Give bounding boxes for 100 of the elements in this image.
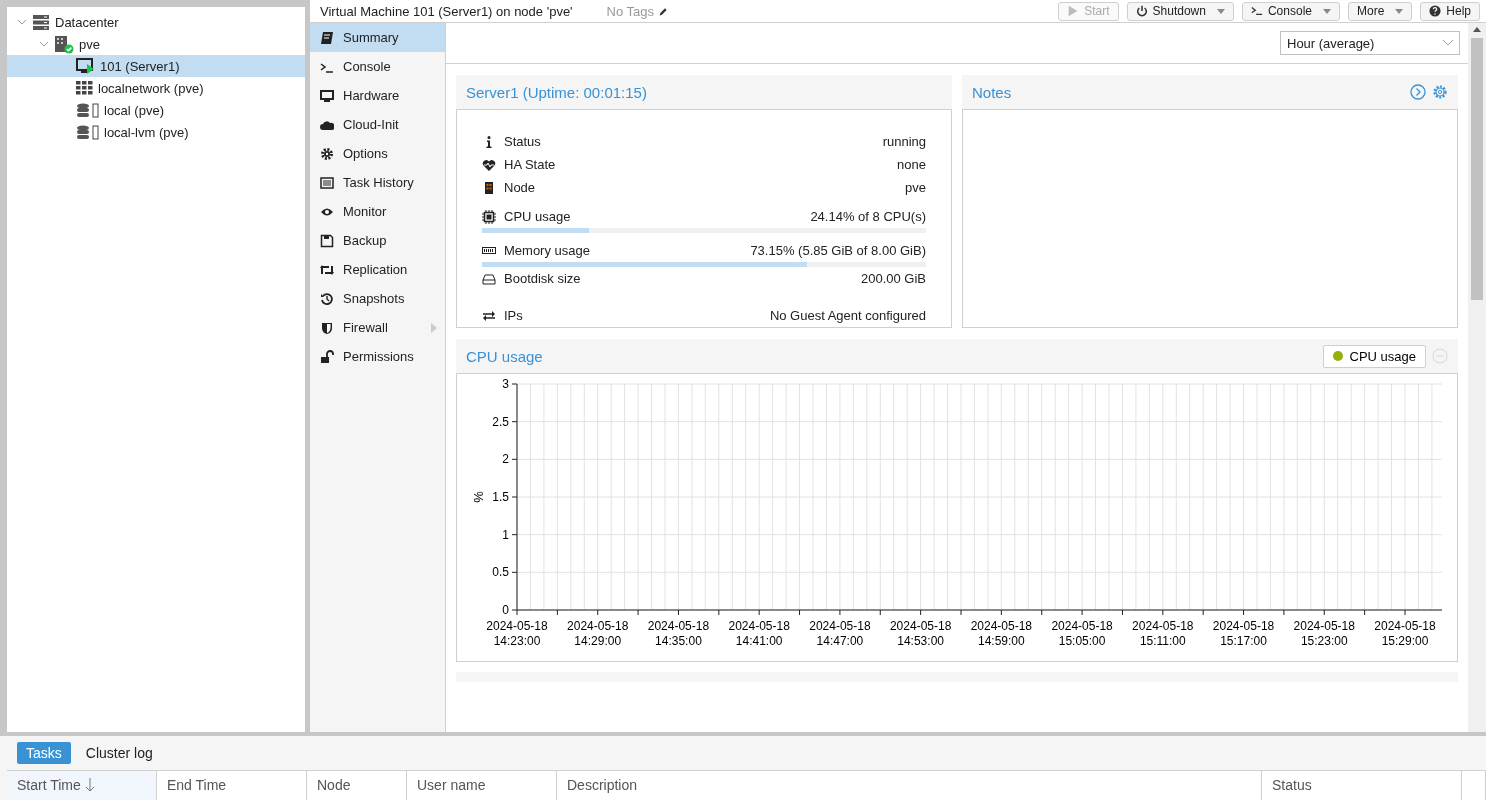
x-tick-label: 2024-05-18 15:11:00 <box>1132 619 1194 648</box>
status-value: 73.15% (5.85 GiB of 8.00 GiB) <box>750 243 926 258</box>
caret-icon <box>1395 8 1404 14</box>
settings-icon[interactable] <box>1432 84 1448 100</box>
x-tick-label: 2024-05-18 14:53:00 <box>889 619 952 648</box>
status-label: CPU usage <box>504 209 572 224</box>
tree-label: local-lvm (pve) <box>104 124 189 140</box>
tree-label: 101 (Server1) <box>100 58 180 74</box>
y-tick-label: 0 <box>502 603 509 617</box>
status-value: 200.00 GiB <box>860 271 926 286</box>
column-header[interactable]: Status <box>1262 770 1462 800</box>
monitor-play-icon <box>76 57 95 75</box>
tree-item[interactable]: local-lvm (pve) <box>7 121 305 143</box>
legend-button[interactable]: CPU usage <box>1322 344 1426 368</box>
server-rack-icon <box>32 13 50 31</box>
menu-item[interactable]: Cloud-Init <box>310 110 445 139</box>
y-tick-label: 1 <box>502 527 509 542</box>
x-tick-label: 2024-05-18 14:23:00 <box>486 619 548 648</box>
status-value: none <box>897 157 926 172</box>
status-value: running <box>882 134 926 149</box>
grid-icon <box>76 81 93 95</box>
x-tick-label: 2024-05-18 15:05:00 <box>1051 619 1113 648</box>
column-header[interactable]: Description <box>557 770 1262 800</box>
panel-title: Notes <box>972 83 1013 101</box>
y-axis-label: % <box>471 491 486 503</box>
tree-item[interactable]: local (pve) <box>7 99 305 121</box>
help-icon <box>1429 5 1442 17</box>
expand-icon[interactable] <box>1410 84 1426 100</box>
menu-item[interactable]: Permissions <box>310 342 445 371</box>
x-tick-label: 2024-05-18 14:35:00 <box>647 619 710 648</box>
toolbar-button[interactable]: Shutdown <box>1126 1 1234 21</box>
tree-item[interactable]: localnetwork (pve) <box>7 77 305 99</box>
shield-icon <box>320 320 334 335</box>
monitor-icon <box>320 88 334 103</box>
tree-item[interactable]: 101 (Server1) <box>7 55 305 77</box>
status-value: pve <box>905 180 926 195</box>
tree-item[interactable]: Datacenter <box>7 11 305 33</box>
hard-drive-icon <box>482 271 496 286</box>
y-tick-label: 2 <box>502 452 509 467</box>
status-value: 24.14% of 8 CPU(s) <box>810 209 926 224</box>
column-header[interactable]: End Time <box>157 770 307 800</box>
column-header[interactable]: Start Time <box>7 770 157 800</box>
menu-item[interactable]: Options <box>310 139 445 168</box>
scrollbar[interactable] <box>1468 23 1486 732</box>
toolbar-button[interactable]: More <box>1347 1 1413 21</box>
status-value: No Guest Agent configured <box>769 308 926 323</box>
page-title: Virtual Machine 101 (Server1) on node 'pve' <box>320 3 573 19</box>
x-tick-label: 2024-05-18 14:47:00 <box>809 619 871 648</box>
status-label: Memory usage <box>504 243 591 258</box>
tree-label: localnetwork (pve) <box>98 80 204 96</box>
scroll-up-icon[interactable] <box>1473 27 1481 32</box>
x-tick-label: 2024-05-18 15:29:00 <box>1374 619 1436 648</box>
database-icon <box>76 102 99 118</box>
menu-item[interactable]: Console <box>310 52 445 81</box>
book-icon <box>320 30 334 45</box>
y-tick-label: 0.5 <box>492 565 509 580</box>
menu-item[interactable]: Backup <box>310 226 445 255</box>
tree-label: Datacenter <box>55 14 119 30</box>
menu-item[interactable]: Replication <box>310 255 445 284</box>
menu-item[interactable]: Hardware <box>310 81 445 110</box>
caret-icon <box>1216 8 1225 14</box>
tree-item[interactable]: pve <box>7 33 305 55</box>
menu-item[interactable]: Snapshots <box>310 284 445 313</box>
x-tick-label: 2024-05-18 14:29:00 <box>567 619 629 648</box>
terminal-icon <box>1250 5 1263 17</box>
tree-label: local (pve) <box>104 102 164 118</box>
y-tick-label: 2.5 <box>492 414 509 429</box>
building-icon <box>482 180 496 195</box>
status-label: IPs <box>504 308 524 323</box>
panel-title: Server1 (Uptime: 00:01:15) <box>466 83 648 101</box>
menu-item[interactable]: Task History <box>310 168 445 197</box>
column-header[interactable]: Node <box>307 770 407 800</box>
exchange-icon <box>482 308 496 323</box>
tags-label: No Tags <box>606 3 655 19</box>
scrollbar-thumb[interactable] <box>1471 38 1483 300</box>
toolbar-button[interactable]: Help <box>1420 1 1480 21</box>
column-header[interactable]: User name <box>407 770 557 800</box>
x-tick-label: 2024-05-18 15:23:00 <box>1293 619 1355 648</box>
unlock-icon <box>320 349 334 364</box>
panel-title: CPU usage <box>466 347 544 365</box>
menu-item[interactable]: Firewall <box>310 313 445 342</box>
power-icon <box>1135 5 1148 17</box>
y-tick-label: 3 <box>502 377 509 391</box>
cpu-icon <box>482 209 496 224</box>
sort-arrow-icon <box>84 778 95 793</box>
status-label: HA State <box>504 157 557 172</box>
x-tick-label: 2024-05-18 15:17:00 <box>1212 619 1275 648</box>
tab[interactable]: Cluster log <box>76 742 162 764</box>
x-tick-label: 2024-05-18 14:41:00 <box>728 619 790 648</box>
menu-item[interactable]: Monitor <box>310 197 445 226</box>
toolbar-button[interactable]: Console <box>1241 1 1340 21</box>
y-tick-label: 1.5 <box>492 490 509 504</box>
menu-item[interactable]: Summary <box>310 23 445 52</box>
chevron-icon[interactable] <box>39 39 49 49</box>
caret-icon <box>1322 8 1331 14</box>
timeframe-select[interactable]: Hour (average) <box>1280 31 1460 55</box>
status-label: Node <box>504 180 537 195</box>
database-icon <box>76 124 99 140</box>
chevron-icon[interactable] <box>1443 40 1453 46</box>
chevron-icon[interactable] <box>17 17 27 27</box>
